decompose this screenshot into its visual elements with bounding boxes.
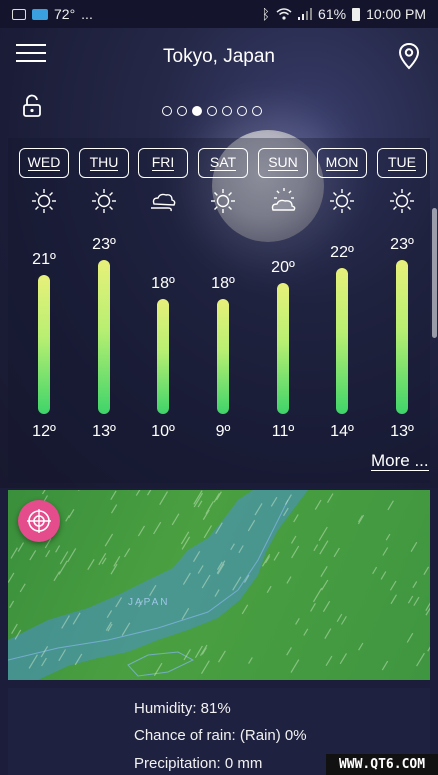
day-tab-thu[interactable]: THU bbox=[79, 148, 129, 178]
high-temp: 23º bbox=[390, 236, 414, 253]
day-tab-sun[interactable]: SUN bbox=[258, 148, 308, 178]
map-label: JAPAN bbox=[128, 597, 170, 608]
page-dot[interactable] bbox=[192, 106, 202, 116]
day-tab-sat[interactable]: SAT bbox=[198, 148, 248, 178]
low-temp: 10º bbox=[151, 423, 175, 440]
day-tab-mon[interactable]: MON bbox=[317, 148, 367, 178]
partly-cloudy-icon bbox=[271, 188, 296, 211]
precipitation-text: Precipitation: 0 mm bbox=[134, 755, 263, 772]
day-tab-tue[interactable]: TUE bbox=[377, 148, 427, 178]
location-pin-icon[interactable] bbox=[398, 42, 420, 70]
high-temp: 23º bbox=[92, 236, 116, 253]
watermark: WWW.QT6.COM bbox=[326, 754, 438, 775]
low-temp: 13º bbox=[92, 423, 116, 440]
high-temp: 18º bbox=[151, 274, 175, 292]
high-temp: 21º bbox=[32, 251, 56, 269]
weather-map[interactable]: JAPAN bbox=[8, 490, 430, 680]
cloud-wind-icon bbox=[151, 193, 176, 212]
low-temp: 12º bbox=[32, 423, 56, 440]
rain-chance-text: Chance of rain: (Rain) 0% bbox=[134, 727, 307, 744]
temperature-bar bbox=[336, 267, 348, 414]
high-temp: 18º bbox=[211, 274, 235, 292]
folder-notification-icon bbox=[32, 8, 48, 20]
city-title: Tokyo, Japan bbox=[163, 46, 275, 67]
status-bar: 72° ... ᛒ 61% 10:00 PM bbox=[0, 0, 438, 28]
temperature-bar bbox=[277, 283, 289, 414]
temperature-bar bbox=[38, 275, 50, 414]
high-temp: 20º bbox=[271, 259, 295, 277]
high-temp: 22º bbox=[330, 243, 354, 261]
low-temp: 9º bbox=[215, 423, 231, 440]
humidity-text: Humidity: 81% bbox=[134, 700, 231, 717]
day-label: FRI bbox=[151, 154, 175, 171]
page-dot[interactable] bbox=[237, 106, 247, 116]
radar-target-icon bbox=[27, 509, 51, 533]
day-label: THU bbox=[89, 154, 119, 171]
page-dot[interactable] bbox=[207, 106, 217, 116]
temperature-bar bbox=[157, 298, 169, 414]
status-more: ... bbox=[81, 6, 93, 22]
status-temperature: 72° bbox=[54, 6, 76, 22]
low-temp: 11º bbox=[271, 423, 295, 440]
battery-percent: 61% bbox=[318, 6, 347, 22]
day-label: WED bbox=[27, 154, 61, 171]
day-label: SAT bbox=[209, 154, 237, 171]
bluetooth-icon: ᛒ bbox=[261, 6, 271, 22]
image-notification-icon bbox=[12, 8, 26, 20]
wifi-icon bbox=[276, 8, 292, 20]
scrollbar[interactable] bbox=[432, 208, 437, 338]
temperature-bar bbox=[396, 260, 408, 414]
day-label: MON bbox=[325, 154, 359, 171]
battery-icon bbox=[352, 7, 361, 21]
sun-icon bbox=[390, 189, 414, 213]
page-dot[interactable] bbox=[177, 106, 187, 116]
signal-icon bbox=[298, 8, 313, 20]
clock: 10:00 PM bbox=[366, 6, 426, 22]
day-label: TUE bbox=[388, 154, 416, 171]
day-tab-fri[interactable]: FRI bbox=[138, 148, 188, 178]
low-temp: 13º bbox=[390, 423, 414, 440]
temperature-bar bbox=[217, 298, 229, 414]
page-dot[interactable] bbox=[252, 106, 262, 116]
sun-icon bbox=[92, 189, 116, 213]
page-dot[interactable] bbox=[162, 106, 172, 116]
unlock-icon[interactable] bbox=[22, 94, 42, 118]
sun-icon bbox=[211, 189, 235, 213]
day-label: SUN bbox=[268, 154, 298, 171]
low-temp: 14º bbox=[330, 423, 354, 440]
page-dot[interactable] bbox=[222, 106, 232, 116]
page-indicator[interactable] bbox=[162, 106, 262, 116]
sun-icon bbox=[32, 189, 56, 213]
radar-button[interactable] bbox=[18, 500, 60, 542]
more-link[interactable]: More ... bbox=[371, 452, 429, 471]
sun-icon bbox=[330, 189, 354, 213]
day-tab-wed[interactable]: WED bbox=[19, 148, 69, 178]
temperature-bar bbox=[98, 260, 110, 414]
